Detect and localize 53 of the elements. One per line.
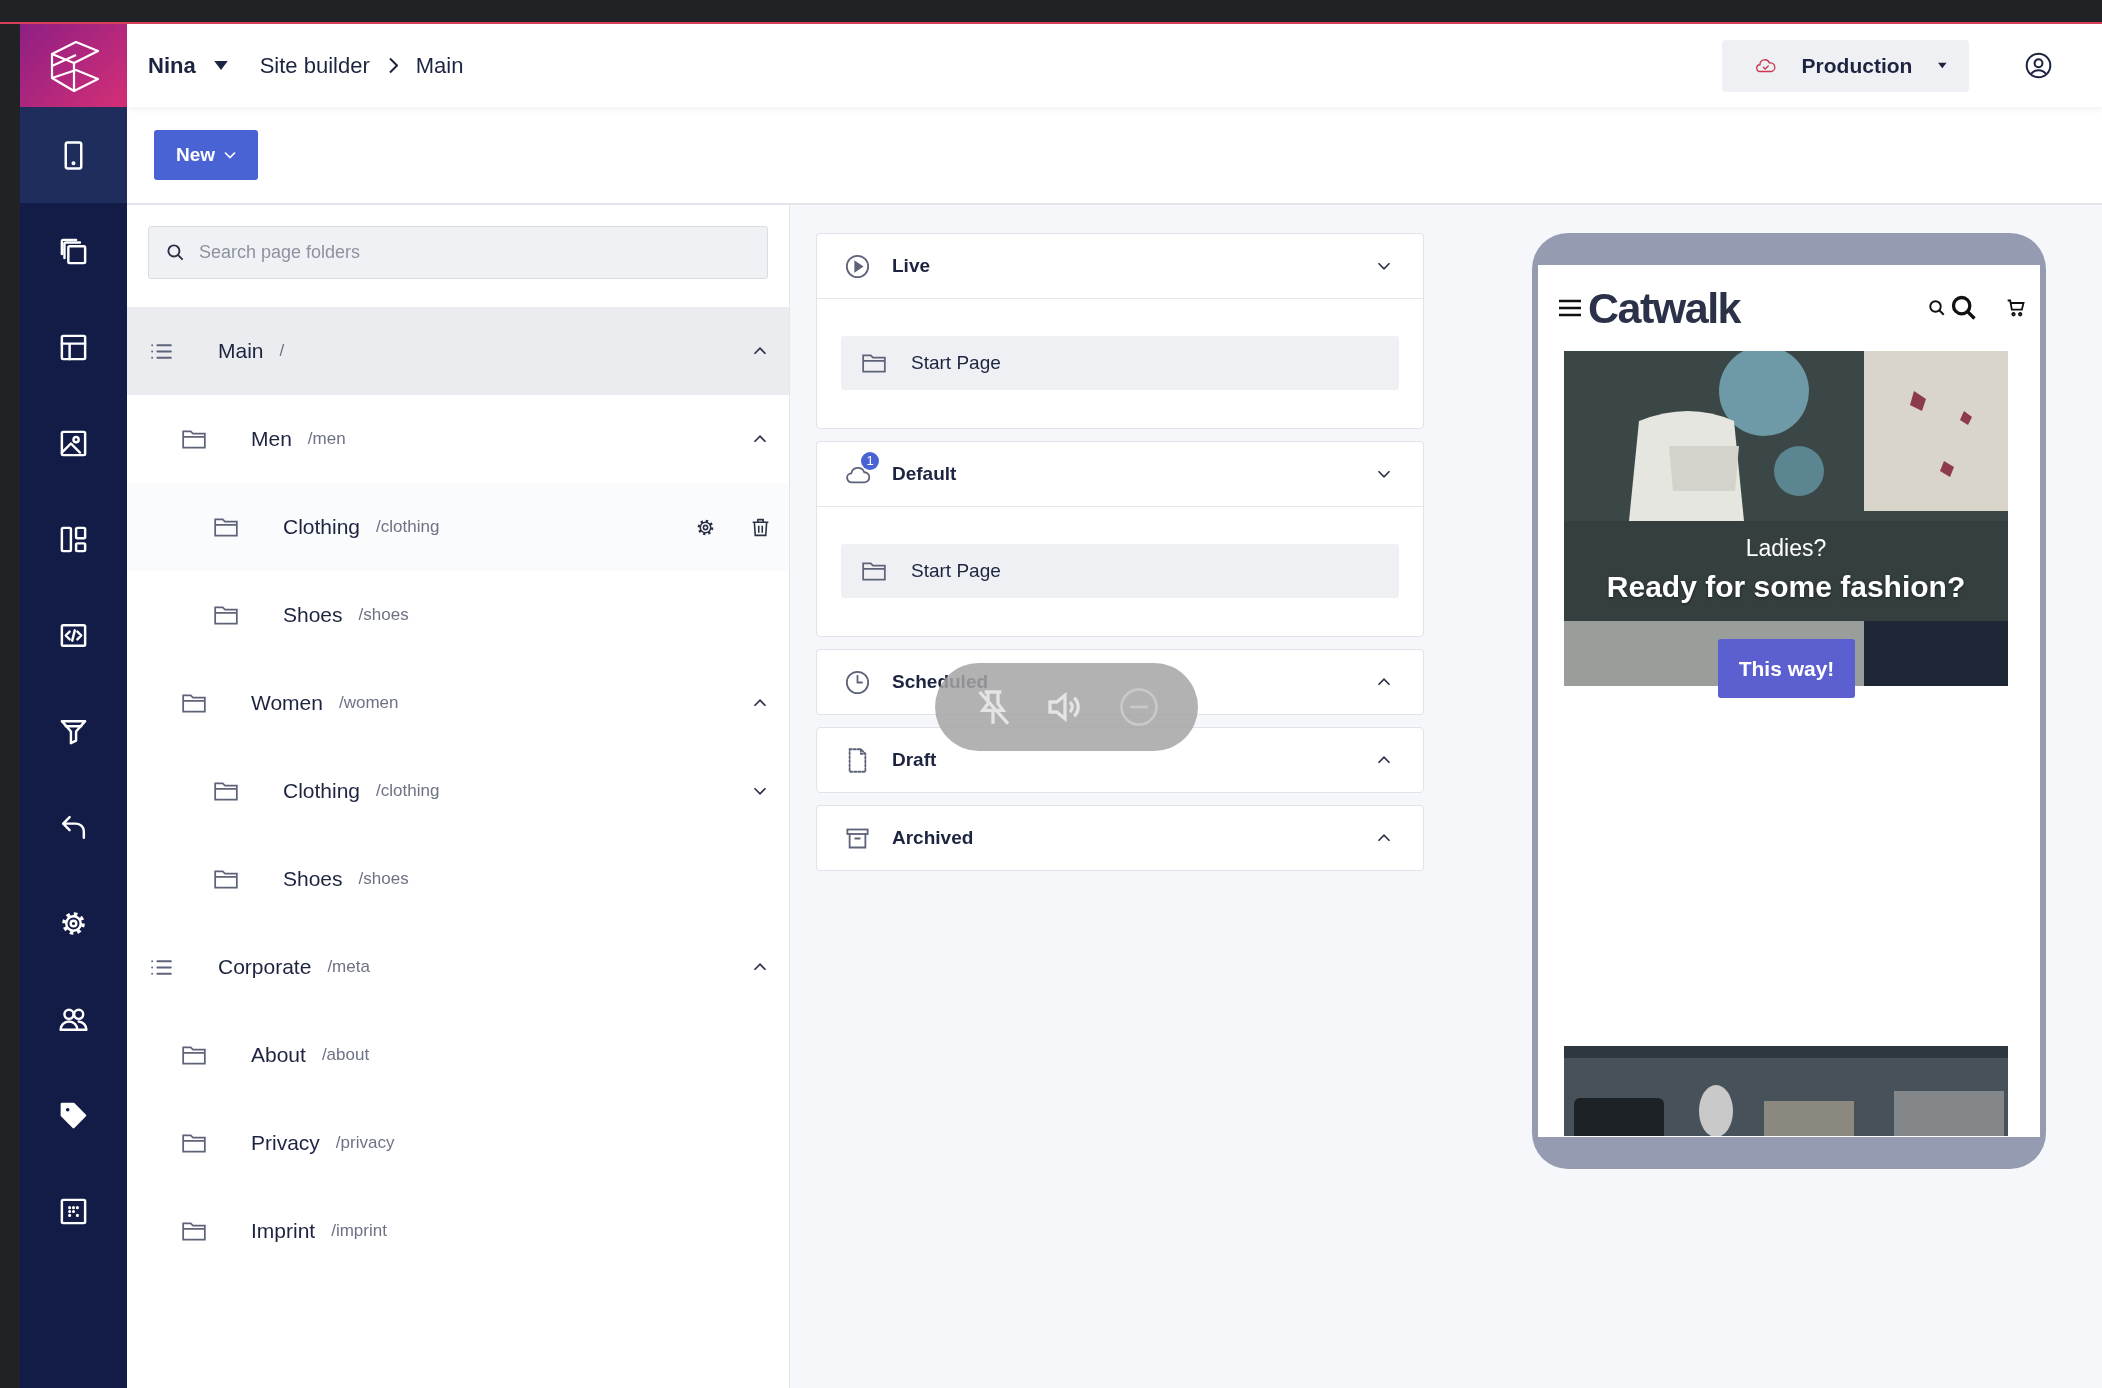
trash-icon[interactable] xyxy=(750,516,771,538)
page-item[interactable]: Start Page xyxy=(841,544,1399,598)
chevron-right-icon xyxy=(387,57,398,74)
folder-icon xyxy=(181,1220,207,1242)
tree-item[interactable]: Shoes /shoes xyxy=(127,835,789,923)
tree-item[interactable]: Clothing /clothing xyxy=(127,483,789,571)
folder-icon xyxy=(861,352,887,374)
site-logo[interactable]: Catwalk xyxy=(1588,283,1740,333)
logo-icon[interactable] xyxy=(20,24,127,107)
tree-item[interactable]: Men /men xyxy=(127,395,789,483)
caret-icon xyxy=(1938,61,1947,70)
tree-item[interactable]: Corporate /meta xyxy=(127,923,789,1011)
search-icon[interactable] xyxy=(1950,294,1978,322)
tree-item[interactable]: Clothing /clothing xyxy=(127,747,789,835)
folder-icon xyxy=(213,516,239,538)
tree-item[interactable]: Women /women xyxy=(127,659,789,747)
tree-item[interactable]: Privacy /privacy xyxy=(127,1099,789,1187)
breadcrumb-link[interactable]: Main xyxy=(415,52,464,79)
chevron-down-icon xyxy=(224,151,237,159)
caret-icon[interactable] xyxy=(213,61,228,70)
play-icon xyxy=(844,252,871,280)
folder-icon xyxy=(181,1132,207,1154)
search-icon[interactable] xyxy=(1928,299,1946,317)
tree-item[interactable]: Imprint /imprint xyxy=(127,1187,789,1275)
panel-header[interactable]: Archived xyxy=(817,806,1423,870)
tree-item[interactable]: About /about xyxy=(127,1011,789,1099)
folder-icon xyxy=(181,692,207,714)
breadcrumb-link[interactable]: Site builder xyxy=(259,52,370,79)
panel-header[interactable]: 1 Default xyxy=(817,442,1423,506)
page-item[interactable]: Start Page xyxy=(841,336,1399,390)
menu-icon[interactable] xyxy=(1558,298,1582,318)
clock-icon xyxy=(844,668,871,696)
folder-icon xyxy=(213,780,239,802)
cta-button[interactable]: This way! xyxy=(1718,639,1855,698)
panel-header[interactable]: Draft xyxy=(817,728,1423,792)
environment-dropdown[interactable]: Production xyxy=(1722,39,1969,92)
folder-icon xyxy=(213,868,239,890)
hero-subtitle: Ladies? xyxy=(1744,535,1828,562)
hero-title: Ready for some fashion? xyxy=(1605,570,1967,604)
new-button[interactable]: New xyxy=(154,130,258,180)
user-icon[interactable] xyxy=(2025,52,2052,79)
workspace-name[interactable]: Nina xyxy=(148,52,196,79)
folder-icon xyxy=(861,560,887,582)
tree-item[interactable]: Shoes /shoes xyxy=(127,571,789,659)
panel-header[interactable]: Live xyxy=(817,234,1423,298)
count-badge: 1 xyxy=(861,451,879,470)
search-field[interactable]: Search page folders xyxy=(148,226,768,279)
cart-icon[interactable] xyxy=(2006,298,2026,318)
folder-icon xyxy=(181,428,207,450)
search-icon xyxy=(166,243,185,262)
tree-item[interactable]: Main / xyxy=(127,307,789,395)
folder-icon xyxy=(213,604,239,626)
folder-icon xyxy=(181,1044,207,1066)
